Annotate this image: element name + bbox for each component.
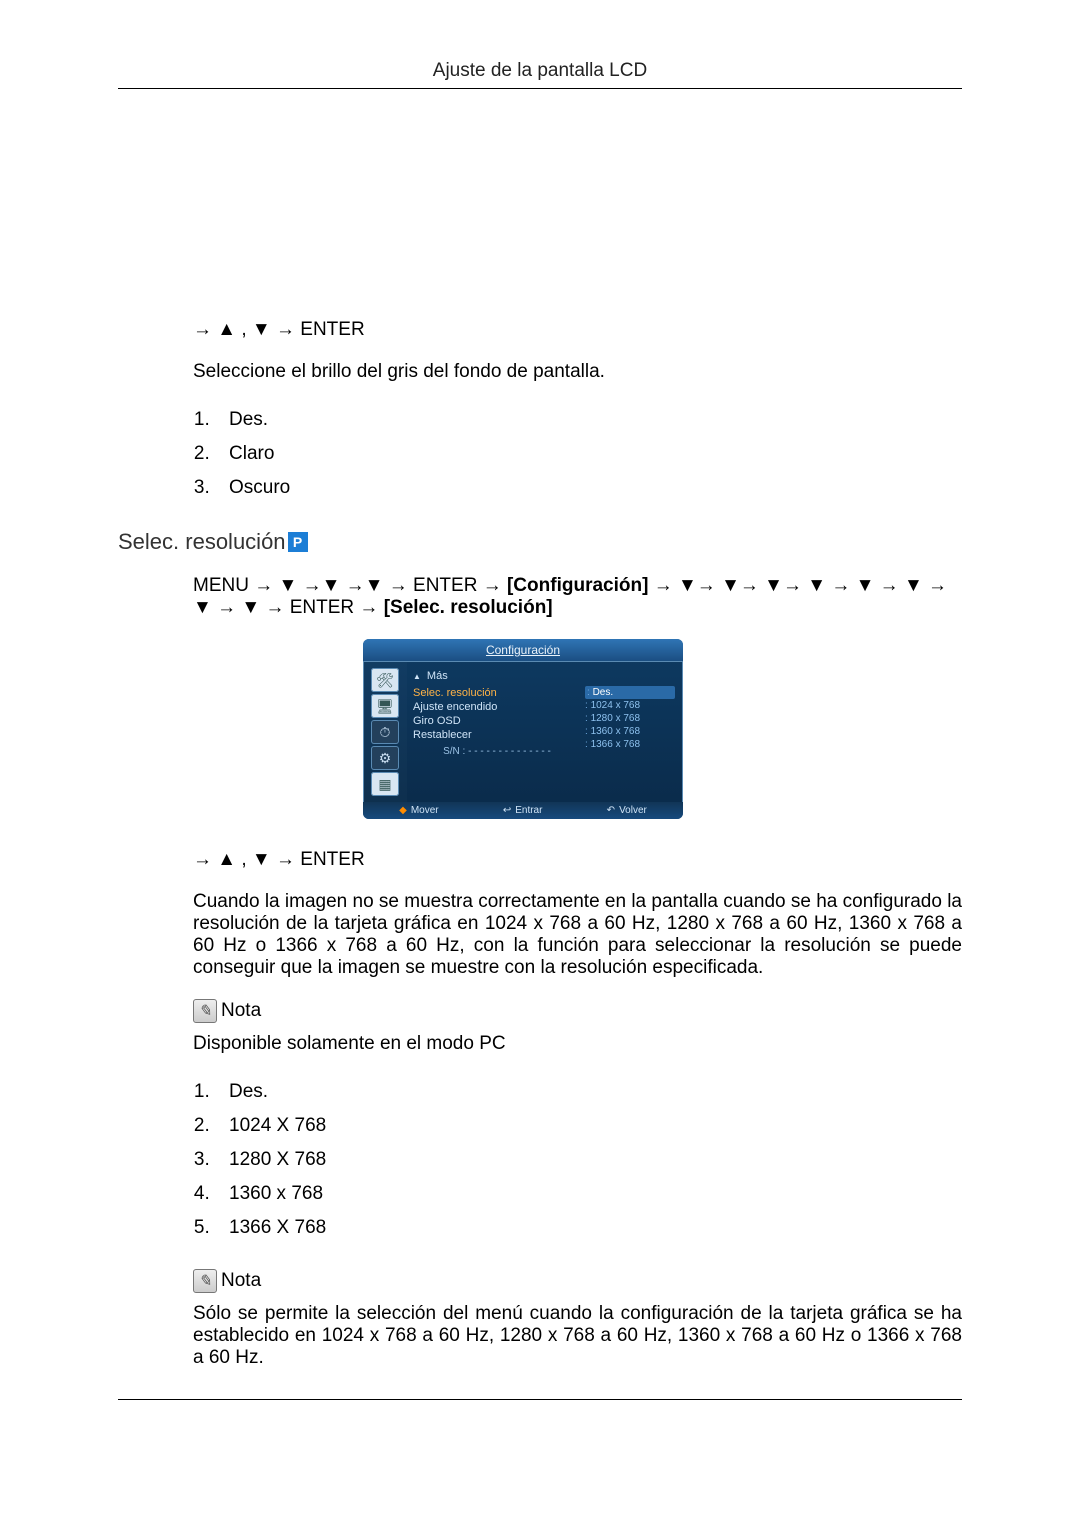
resolution-paragraph: Cuando la imagen no se muestra correctam… [193, 891, 962, 979]
osd-menu-item-selected: Selec. resolución [413, 686, 581, 700]
pc-mode-badge-icon: P [288, 532, 308, 552]
resolution-nav-sequence-1: MENU → ▼ →▼ →▼ → ENTER → [Configuración]… [193, 575, 962, 619]
resolution-heading-text: Selec. resolución [118, 529, 286, 555]
osd-serial: S/N : - - - - - - - - - - - - - - [413, 742, 581, 757]
osd-menu-item: Giro OSD [413, 714, 581, 728]
note-icon: ✎ [193, 999, 217, 1023]
osd-multi-icon: ▦ [371, 772, 399, 796]
osd-value: 1280 x 768 [585, 712, 675, 725]
list-item: 1360 x 768 [215, 1177, 962, 1211]
nav-bracket-selec-resolucion: [Selec. resolución] [384, 597, 553, 618]
note-label: Nota [221, 1000, 261, 1022]
osd-value-column: Des. 1024 x 768 1280 x 768 1360 x 768 13… [585, 662, 683, 802]
note-row-1: ✎ Nota [193, 999, 962, 1023]
list-item: Des. [215, 403, 962, 437]
osd-screenshot: Configuración 🛠 🖥 ⏱ ⚙ ▦ Más Selec. resol… [363, 639, 683, 819]
osd-more-label: Más [413, 668, 581, 686]
osd-value-selected: Des. [585, 686, 675, 699]
note-icon: ✎ [193, 1269, 217, 1293]
osd-input-icon: 🖥 [371, 694, 399, 718]
osd-footer-back: Volver [607, 805, 647, 816]
osd-value: 1366 x 768 [585, 738, 675, 751]
nav-text: MENU → ▼ →▼ →▼ → ENTER → [193, 575, 507, 596]
note-2-text: Sólo se permite la selección del menú cu… [193, 1303, 962, 1369]
osd-icon-column: 🛠 🖥 ⏱ ⚙ ▦ [363, 662, 407, 802]
osd-serial-label: S/N : [443, 746, 465, 757]
note-1-text: Disponible solamente en el modo PC [193, 1033, 962, 1055]
resolution-heading: Selec. resolución P [118, 529, 962, 555]
nav-bracket-configuracion: [Configuración] [507, 575, 648, 596]
osd-menu-item: Restablecer [413, 728, 581, 742]
list-item: Des. [215, 1075, 962, 1109]
list-item: Oscuro [215, 471, 962, 505]
list-item: 1366 X 768 [215, 1211, 962, 1245]
resolution-nav-sequence-2: → ▲ , ▼ → ENTER [193, 849, 962, 871]
note-label: Nota [221, 1270, 261, 1292]
resolution-options-list: Des. 1024 X 768 1280 X 768 1360 x 768 13… [193, 1075, 962, 1245]
page-header: Ajuste de la pantalla LCD [118, 60, 962, 89]
osd-menu: Más Selec. resolución Ajuste encendido G… [407, 662, 585, 802]
list-item: 1280 X 768 [215, 1143, 962, 1177]
osd-time-icon: ⏱ [371, 720, 399, 744]
osd-serial-value: - - - - - - - - - - - - - - [468, 746, 551, 757]
list-item: 1024 X 768 [215, 1109, 962, 1143]
osd-value: 1024 x 768 [585, 699, 675, 712]
gray-options-list: Des. Claro Oscuro [193, 403, 962, 505]
list-item: Claro [215, 437, 962, 471]
note-row-2: ✎ Nota [193, 1269, 962, 1293]
gray-nav-sequence: → ▲ , ▼ → ENTER [193, 319, 962, 341]
osd-footer-move: Mover [399, 805, 439, 816]
osd-value: 1360 x 768 [585, 725, 675, 738]
osd-title: Configuración [363, 639, 683, 662]
osd-tools-icon: 🛠 [371, 668, 399, 692]
page-footer-rule [118, 1399, 962, 1402]
osd-footer: Mover Entrar Volver [363, 802, 683, 819]
osd-menu-item: Ajuste encendido [413, 700, 581, 714]
gray-description: Seleccione el brillo del gris del fondo … [193, 361, 962, 383]
osd-settings-icon: ⚙ [371, 746, 399, 770]
osd-footer-enter: Entrar [503, 805, 543, 816]
